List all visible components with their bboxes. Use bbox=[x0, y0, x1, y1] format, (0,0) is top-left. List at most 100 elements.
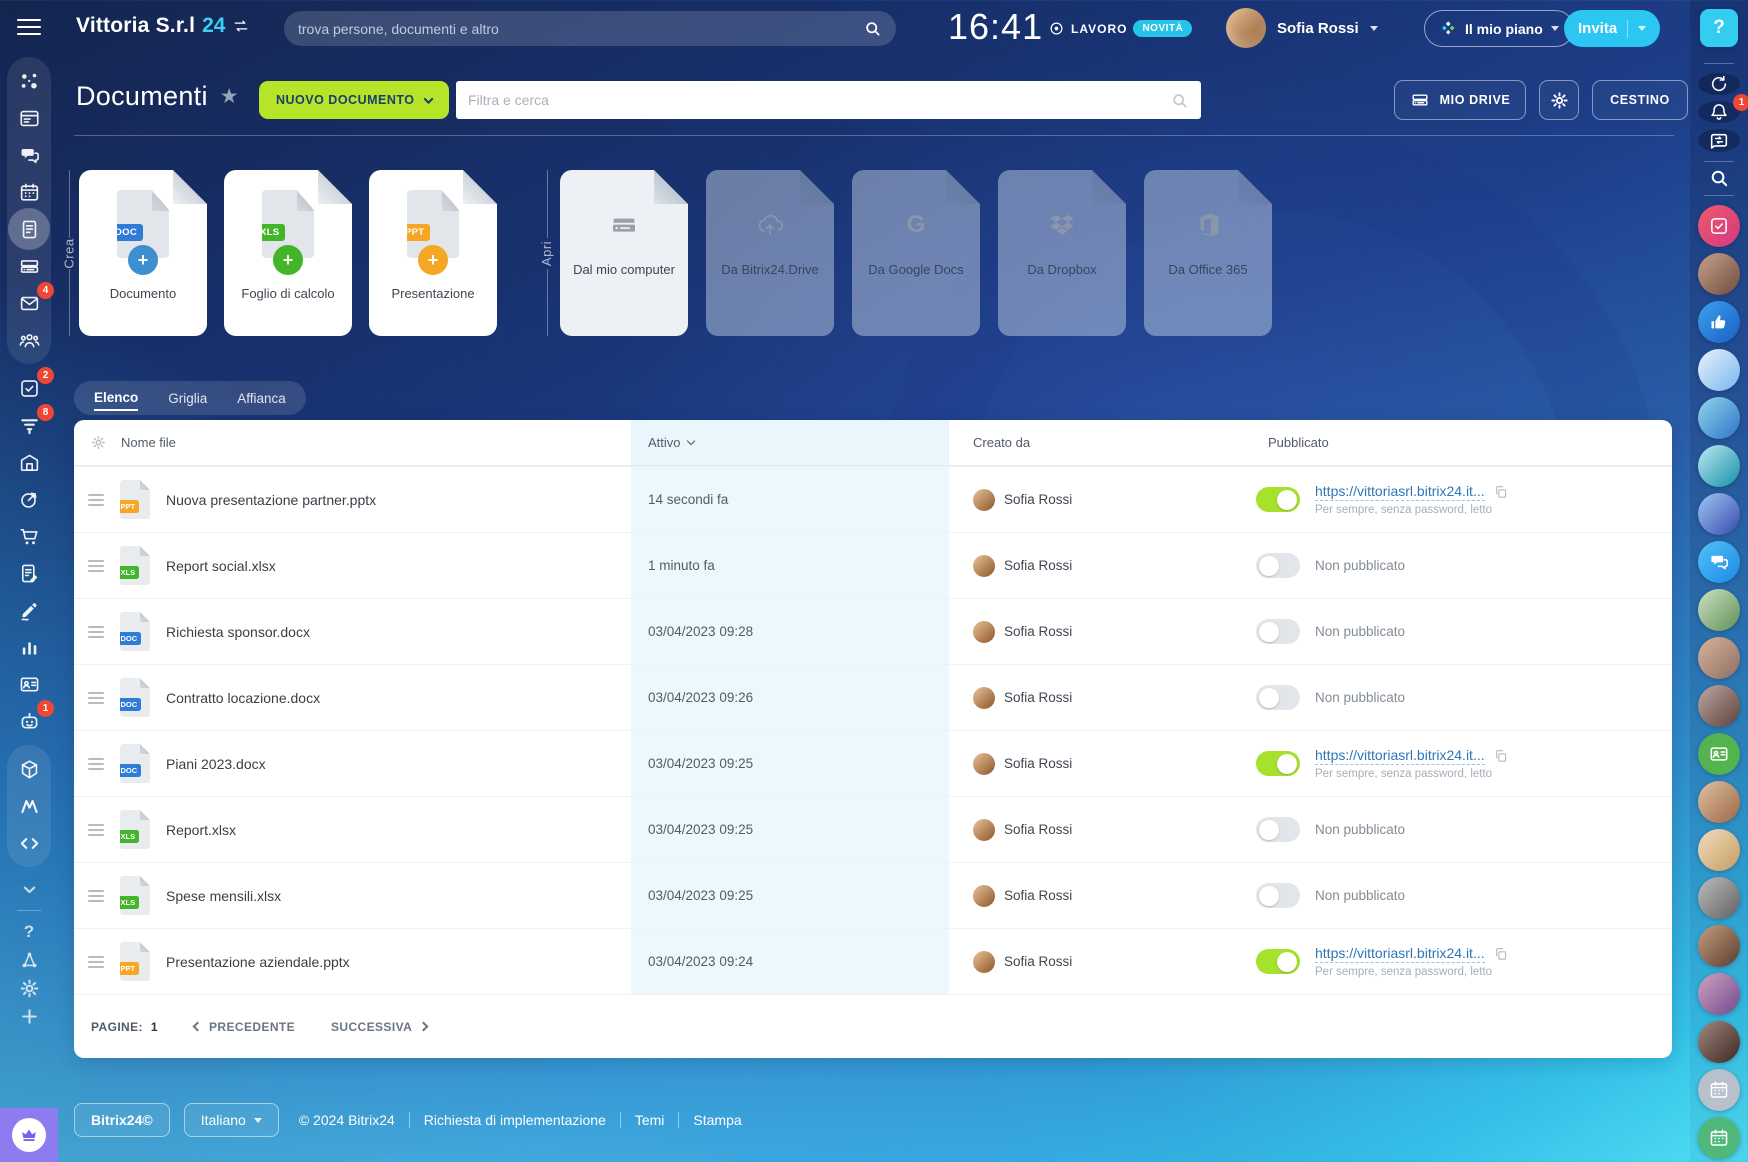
copy-icon[interactable] bbox=[1493, 484, 1509, 500]
footer-link-temi[interactable]: Temi bbox=[635, 1112, 665, 1128]
mio-drive-button[interactable]: MIO DRIVE bbox=[1394, 80, 1526, 120]
chat-preview[interactable] bbox=[1698, 349, 1740, 391]
sidebar-item-contracts[interactable] bbox=[14, 559, 44, 587]
grid-settings-gear-icon[interactable] bbox=[90, 434, 107, 451]
author-name[interactable]: Sofia Rossi bbox=[1004, 888, 1072, 903]
drag-handle-icon[interactable] bbox=[88, 626, 104, 638]
sidebar-item-documents[interactable] bbox=[14, 215, 44, 243]
invite-button[interactable]: Invita bbox=[1564, 10, 1660, 47]
author-name[interactable]: Sofia Rossi bbox=[1004, 624, 1072, 639]
drag-handle-icon[interactable] bbox=[88, 890, 104, 902]
messenger-search-button[interactable] bbox=[1698, 167, 1740, 189]
sidebar-settings[interactable] bbox=[14, 974, 44, 1002]
publish-toggle[interactable] bbox=[1256, 751, 1300, 776]
file-name[interactable]: Nuova presentazione partner.pptx bbox=[166, 492, 376, 508]
plus-icon[interactable]: + bbox=[128, 245, 158, 275]
publish-toggle[interactable] bbox=[1256, 553, 1300, 578]
chat-likes-channel[interactable] bbox=[1698, 301, 1740, 343]
open-from-computer-card[interactable]: Dal mio computer bbox=[560, 170, 688, 336]
publish-toggle[interactable] bbox=[1256, 949, 1300, 974]
public-link[interactable]: https://vittoriasrl.bitrix24.it... bbox=[1315, 747, 1485, 766]
chat-avatar[interactable] bbox=[1698, 781, 1740, 823]
tab-elenco[interactable]: Elenco bbox=[94, 386, 138, 411]
sidebar-item-feed[interactable] bbox=[14, 104, 44, 132]
footer-link-stampa[interactable]: Stampa bbox=[693, 1112, 741, 1128]
chat-tasks-channel[interactable] bbox=[1698, 205, 1740, 247]
publish-toggle[interactable] bbox=[1256, 619, 1300, 644]
file-name[interactable]: Report.xlsx bbox=[166, 822, 236, 838]
create-presentation-card[interactable]: PPT + Presentazione bbox=[369, 170, 497, 336]
chat-avatar[interactable] bbox=[1698, 685, 1740, 727]
updates-button[interactable] bbox=[1698, 73, 1740, 95]
file-name[interactable]: Contratto locazione.docx bbox=[166, 690, 320, 706]
sidebar-help[interactable]: ? bbox=[14, 918, 44, 946]
documents-settings-button[interactable] bbox=[1539, 80, 1579, 120]
sidebar-item-market[interactable] bbox=[14, 792, 44, 820]
publish-toggle[interactable] bbox=[1256, 883, 1300, 908]
menu-hamburger-icon[interactable] bbox=[17, 19, 41, 40]
author-name[interactable]: Sofia Rossi bbox=[1004, 690, 1072, 705]
favorite-star-icon[interactable]: ★ bbox=[220, 84, 239, 109]
user-menu[interactable]: Sofia Rossi bbox=[1226, 8, 1378, 48]
language-selector[interactable]: Italiano bbox=[184, 1103, 279, 1137]
drag-handle-icon[interactable] bbox=[88, 758, 104, 770]
sidebar-item-chat[interactable] bbox=[14, 141, 44, 169]
open-from-bitrix-drive-card[interactable]: Da Bitrix24.Drive bbox=[706, 170, 834, 336]
chat-avatar[interactable] bbox=[1698, 1021, 1740, 1063]
chat-preview[interactable] bbox=[1698, 445, 1740, 487]
sidebar-item-analytics[interactable] bbox=[14, 633, 44, 661]
file-name[interactable]: Richiesta sponsor.docx bbox=[166, 624, 310, 640]
file-name[interactable]: Piani 2023.docx bbox=[166, 756, 266, 772]
drag-handle-icon[interactable] bbox=[88, 824, 104, 836]
chat-calendar-channel[interactable] bbox=[1698, 1069, 1740, 1111]
chat-avatar[interactable] bbox=[1698, 877, 1740, 919]
previous-page-button[interactable]: PRECEDENTE bbox=[194, 1020, 295, 1034]
global-search[interactable] bbox=[284, 11, 896, 46]
cestino-button[interactable]: CESTINO bbox=[1592, 80, 1688, 120]
sidebar-item-ai[interactable]: 1 bbox=[14, 707, 44, 735]
chat-avatar[interactable] bbox=[1698, 637, 1740, 679]
sidebar-item-sign[interactable] bbox=[14, 596, 44, 624]
column-header-creato-da[interactable]: Creato da bbox=[949, 420, 1244, 465]
column-header-nome-file[interactable]: Nome file bbox=[121, 435, 176, 450]
public-link[interactable]: https://vittoriasrl.bitrix24.it... bbox=[1315, 483, 1485, 502]
footer-link-implementation[interactable]: Richiesta di implementazione bbox=[424, 1112, 606, 1128]
chat-avatar[interactable] bbox=[1698, 973, 1740, 1015]
drag-handle-icon[interactable] bbox=[88, 494, 104, 506]
chat-avatar[interactable] bbox=[1698, 829, 1740, 871]
copy-icon[interactable] bbox=[1493, 748, 1509, 764]
chat-avatar[interactable] bbox=[1698, 589, 1740, 631]
tab-affianca[interactable]: Affianca bbox=[237, 387, 286, 410]
sidebar-item-developer[interactable] bbox=[14, 829, 44, 857]
publish-toggle[interactable] bbox=[1256, 817, 1300, 842]
create-document-card[interactable]: DOC + Documento bbox=[79, 170, 207, 336]
global-search-input[interactable] bbox=[298, 21, 863, 37]
sidebar-item-collab[interactable] bbox=[14, 67, 44, 95]
search-icon[interactable] bbox=[863, 19, 882, 38]
upgrade-plan-button[interactable] bbox=[0, 1108, 58, 1162]
plus-icon[interactable]: + bbox=[418, 245, 448, 275]
author-name[interactable]: Sofia Rossi bbox=[1004, 756, 1072, 771]
chat-calendar-channel[interactable] bbox=[1698, 1117, 1740, 1159]
sidebar-item-mail[interactable]: 4 bbox=[14, 289, 44, 317]
file-name[interactable]: Presentazione aziendale.pptx bbox=[166, 954, 350, 970]
chat-preview[interactable] bbox=[1698, 493, 1740, 535]
public-link[interactable]: https://vittoriasrl.bitrix24.it... bbox=[1315, 945, 1485, 964]
author-name[interactable]: Sofia Rossi bbox=[1004, 954, 1072, 969]
publish-toggle[interactable] bbox=[1256, 685, 1300, 710]
drag-handle-icon[interactable] bbox=[88, 692, 104, 704]
chat-avatar[interactable] bbox=[1698, 253, 1740, 295]
bitrix24-brand-button[interactable]: Bitrix24© bbox=[74, 1103, 170, 1137]
author-name[interactable]: Sofia Rossi bbox=[1004, 558, 1072, 573]
help-button[interactable]: ? bbox=[1700, 9, 1738, 47]
notifications-button[interactable]: 1 bbox=[1698, 101, 1740, 123]
new-document-button[interactable]: NUOVO DOCUMENTO bbox=[259, 81, 449, 119]
author-name[interactable]: Sofia Rossi bbox=[1004, 822, 1072, 837]
file-name[interactable]: Spese mensili.xlsx bbox=[166, 888, 281, 904]
messenger-button[interactable] bbox=[1698, 129, 1740, 151]
sidebar-item-sites[interactable] bbox=[14, 755, 44, 783]
search-icon[interactable] bbox=[1170, 91, 1189, 110]
sidebar-structure[interactable] bbox=[14, 946, 44, 974]
sidebar-item-groups[interactable] bbox=[14, 326, 44, 354]
author-name[interactable]: Sofia Rossi bbox=[1004, 492, 1072, 507]
